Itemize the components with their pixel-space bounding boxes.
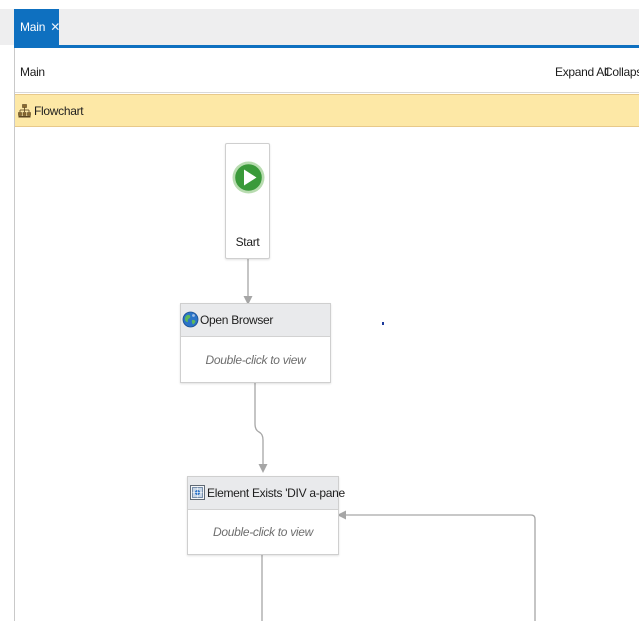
- canvas-cursor-mark: [382, 322, 384, 325]
- tab-main-label: Main: [20, 20, 46, 34]
- globe-icon: [182, 311, 199, 328]
- element-exists-title: Element Exists 'DIV a-pane: [207, 486, 345, 500]
- canvas-left-border: [14, 48, 15, 621]
- flowchart-header[interactable]: Flowchart: [15, 94, 639, 127]
- expand-all-link[interactable]: Expand All: [555, 65, 609, 79]
- start-label: Start: [235, 235, 260, 249]
- play-icon: [232, 161, 265, 194]
- tab-main[interactable]: Main ✕: [14, 9, 60, 45]
- element-exists-header: Element Exists 'DIV a-pane: [188, 477, 345, 510]
- element-exists-activity[interactable]: Element Exists 'DIV a-pane Double-click …: [187, 476, 345, 555]
- breadcrumb-bar: Main Expand All Collapse: [15, 48, 639, 93]
- open-browser-title: Open Browser: [200, 313, 274, 327]
- start-node[interactable]: Start: [225, 143, 270, 259]
- open-browser-activity[interactable]: Open Browser Double-click to view: [180, 303, 331, 383]
- designer-window: Main ✕ Main Expand All Collapse Flowchar…: [0, 0, 639, 621]
- breadcrumb[interactable]: Main: [20, 65, 45, 79]
- flowchart-title: Flowchart: [34, 104, 84, 118]
- document-tab-bar: [0, 9, 639, 45]
- element-exists-hint: Double-click to view: [212, 525, 314, 539]
- element-exists-icon: [190, 485, 205, 500]
- tab-close-icon[interactable]: ✕: [50, 20, 60, 34]
- open-browser-header: Open Browser: [181, 304, 330, 337]
- flowchart-icon: [18, 104, 31, 118]
- top-strip: [0, 0, 639, 9]
- collapse-link[interactable]: Collapse: [604, 65, 639, 79]
- open-browser-hint: Double-click to view: [205, 352, 306, 367]
